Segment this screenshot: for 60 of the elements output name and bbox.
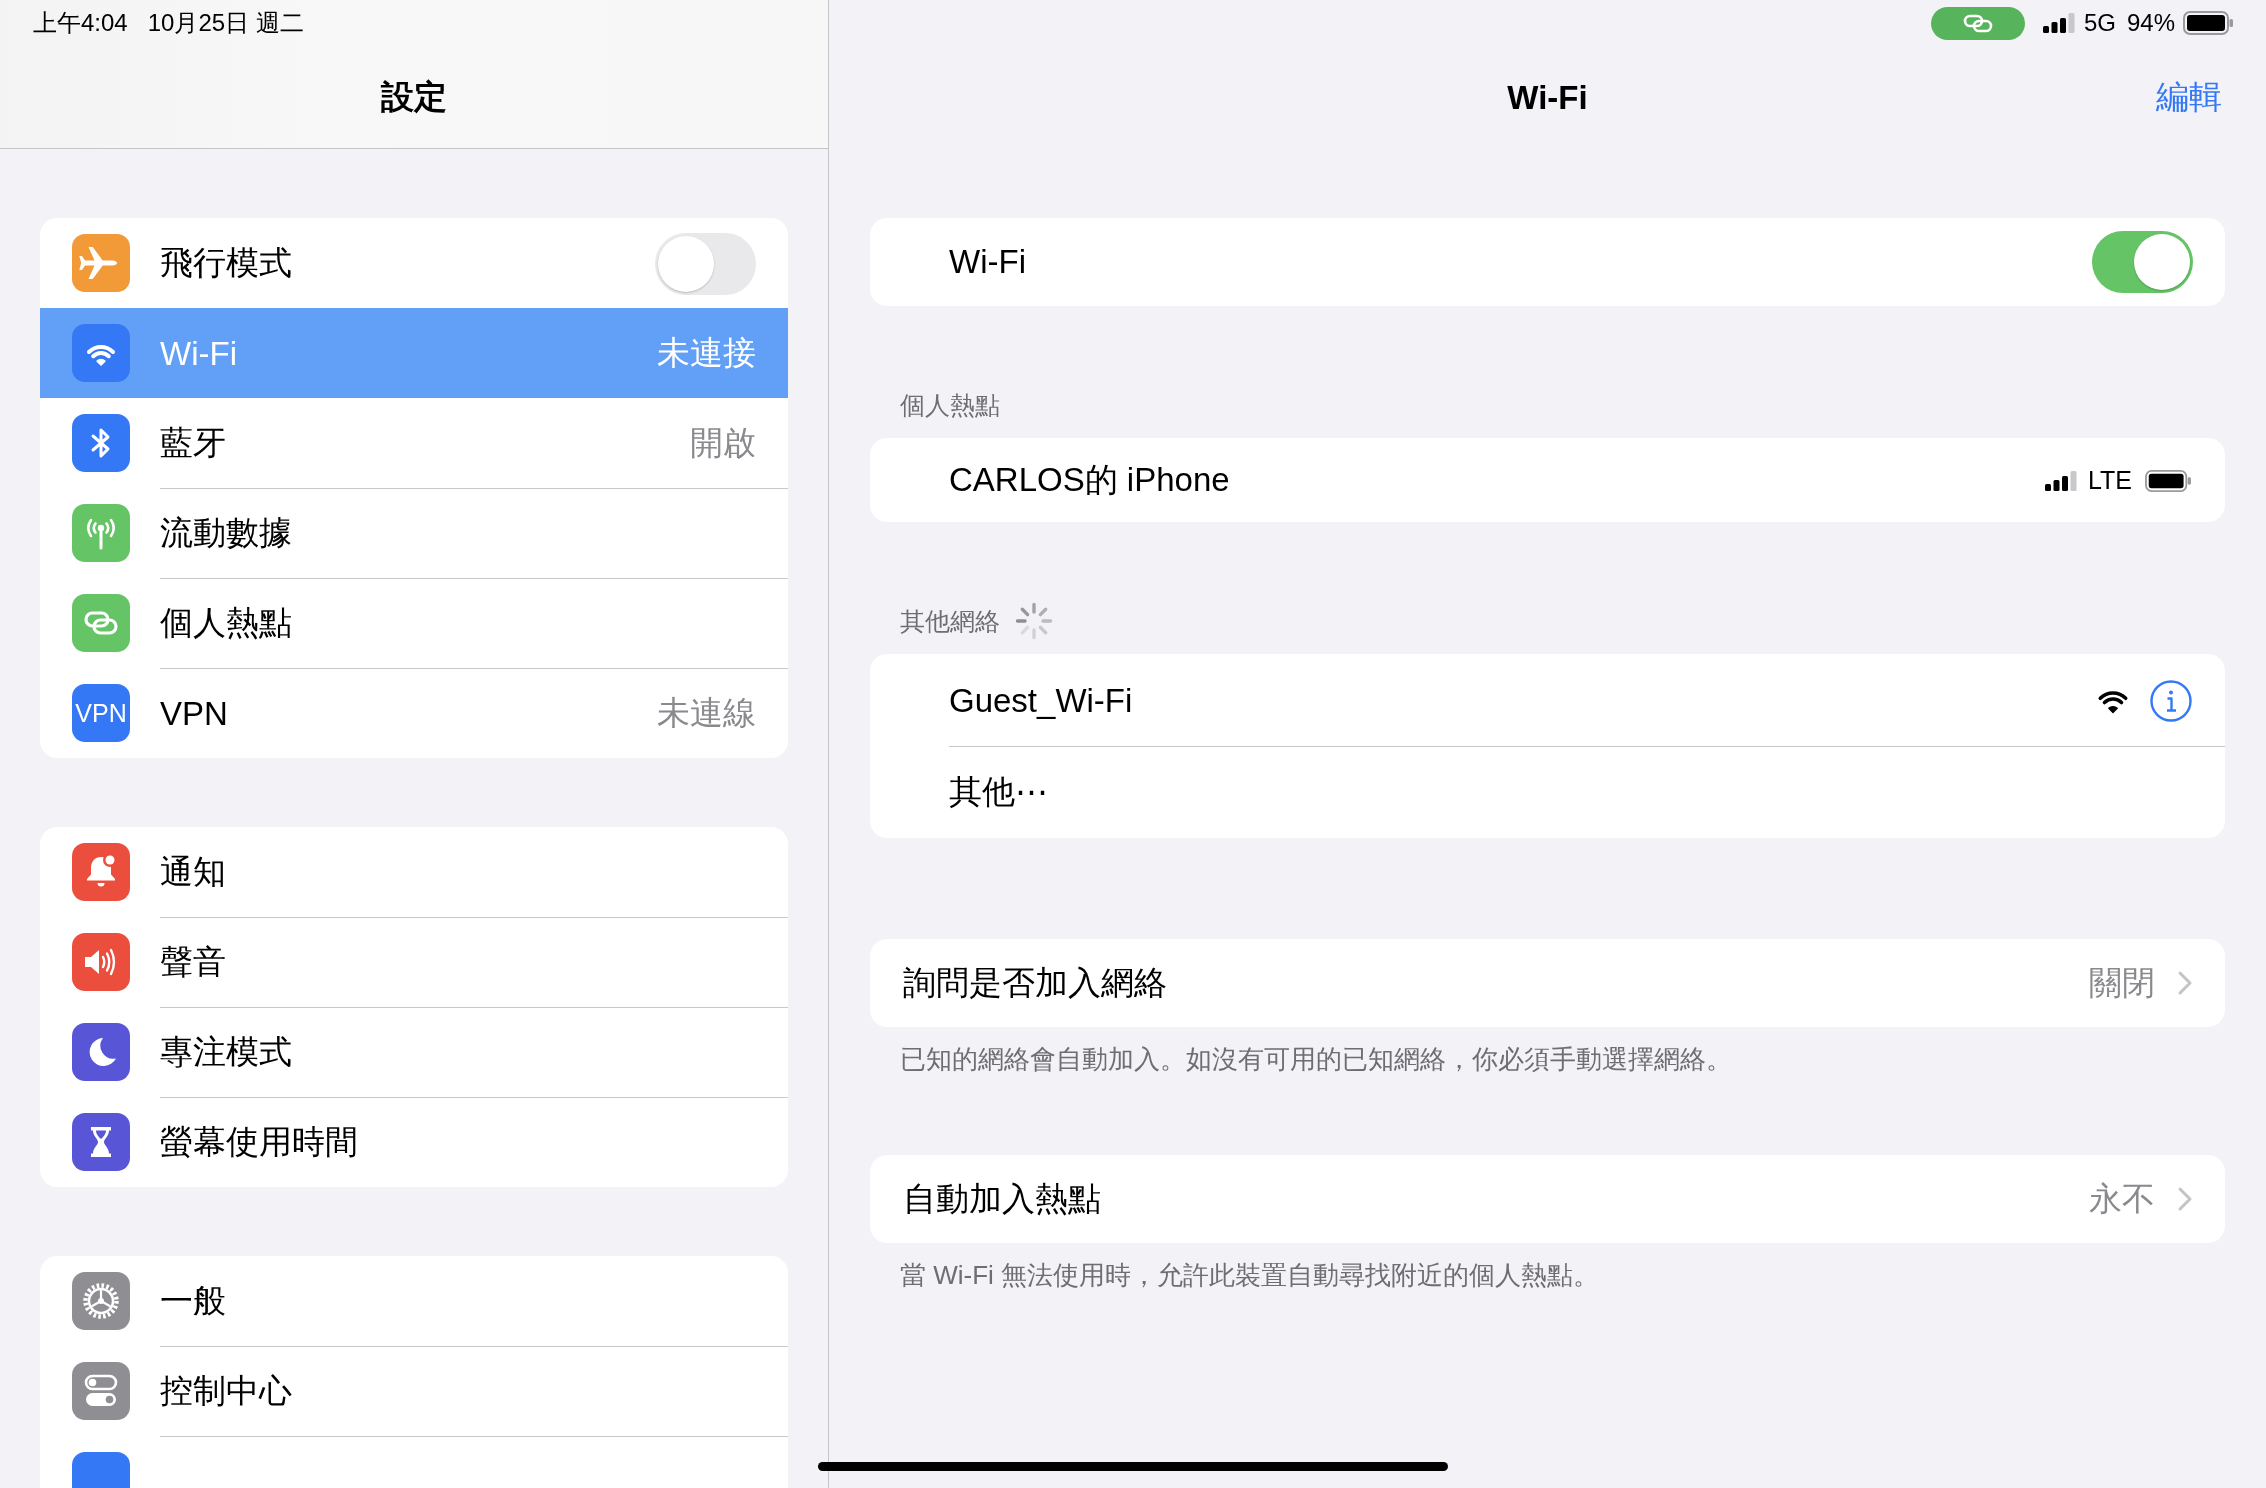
item-label: 控制中心 — [160, 1371, 292, 1411]
item-label: 藍牙 — [160, 423, 226, 463]
network-name: 其他⋯ — [949, 772, 1048, 812]
item-label: 螢幕使用時間 — [160, 1122, 358, 1162]
item-label: 聲音 — [160, 942, 226, 982]
chevron-icon — [2177, 1186, 2193, 1212]
sidebar-title: 設定 — [381, 76, 447, 117]
network-name: CARLOS的 iPhone — [949, 460, 1230, 500]
section-header: 個人熱點 — [900, 389, 1000, 421]
link-status-icon — [1930, 6, 2025, 40]
battery-icon — [2183, 11, 2233, 35]
battery-icon — [2144, 469, 2192, 492]
info-icon[interactable] — [2150, 679, 2192, 722]
sidebar-item[interactable]: 控制中心 — [40, 1346, 788, 1436]
network-row[interactable]: 其他⋯ — [870, 746, 2225, 838]
chevron-icon — [2177, 970, 2193, 996]
item-value: 開啟 — [690, 423, 756, 463]
section-footer: 當 Wi-Fi 無法使用時，允許此裝置自動尋找附近的個人熱點。 — [870, 1243, 2225, 1291]
item-label: VPN — [160, 694, 228, 733]
item-label: Wi-Fi — [160, 334, 237, 373]
signal-bars-icon — [2045, 470, 2077, 491]
option-row[interactable]: 詢問是否加入網絡 關閉 — [870, 939, 2225, 1027]
sidebar-item[interactable]: 通知 — [40, 827, 788, 917]
network-name: Guest_Wi-Fi — [949, 681, 1133, 720]
item-value: 未連接 — [657, 333, 756, 373]
cellular-type-label: LTE — [2088, 466, 2132, 495]
status-time: 上午4:04 — [33, 8, 128, 38]
signal-bars-icon — [2042, 13, 2075, 33]
item-label: 通知 — [160, 852, 226, 892]
item-value: 未連線 — [657, 693, 756, 733]
sidebar-item[interactable]: 螢幕使用時間 — [40, 1097, 788, 1187]
option-row[interactable]: 自動加入熱點 永不 — [870, 1155, 2225, 1243]
sidebar-item[interactable]: 流動數據 — [40, 488, 788, 578]
item-label: 個人熱點 — [160, 603, 292, 643]
wifi-label: Wi-Fi — [949, 243, 1026, 281]
sidebar-item[interactable]: VPN VPN 未連線 — [40, 668, 788, 758]
item-label: 飛行模式 — [160, 243, 292, 283]
section-footer: 已知的網絡會自動加入。如沒有可用的已知網絡，你必須手動選擇網絡。 — [870, 1027, 2225, 1075]
sidebar-item[interactable]: 專注模式 — [40, 1007, 788, 1097]
option-value: 永不 — [2089, 1178, 2155, 1219]
item-label: 專注模式 — [160, 1032, 292, 1072]
item-label: 一般 — [160, 1281, 226, 1321]
option-value: 關閉 — [2089, 962, 2155, 1003]
network-row[interactable]: CARLOS的 iPhone LTE — [870, 438, 2225, 522]
sidebar-item[interactable]: 聲音 — [40, 917, 788, 1007]
option-label: 詢問是否加入網絡 — [903, 962, 1168, 1003]
sidebar-item[interactable]: 飛行模式 — [40, 218, 788, 308]
network-type-label: 5G — [2083, 9, 2116, 37]
network-row[interactable]: Guest_Wi-Fi — [870, 654, 2225, 746]
sidebar-item[interactable]: 藍牙 開啟 — [40, 398, 788, 488]
section-header: 其他網絡 — [900, 605, 1000, 637]
sidebar-item[interactable]: 一般 — [40, 1256, 788, 1346]
sidebar-item[interactable]: 個人熱點 — [40, 578, 788, 668]
nav-title: Wi-Fi — [1507, 78, 1588, 117]
edit-button[interactable]: 編輯 — [2156, 75, 2222, 120]
option-label: 自動加入熱點 — [903, 1178, 1102, 1219]
battery-percent: 94% — [2126, 9, 2175, 37]
status-date: 10月25日 週二 — [147, 8, 304, 38]
item-label: 流動數據 — [160, 513, 292, 553]
letter-tile: VPN — [72, 684, 130, 742]
